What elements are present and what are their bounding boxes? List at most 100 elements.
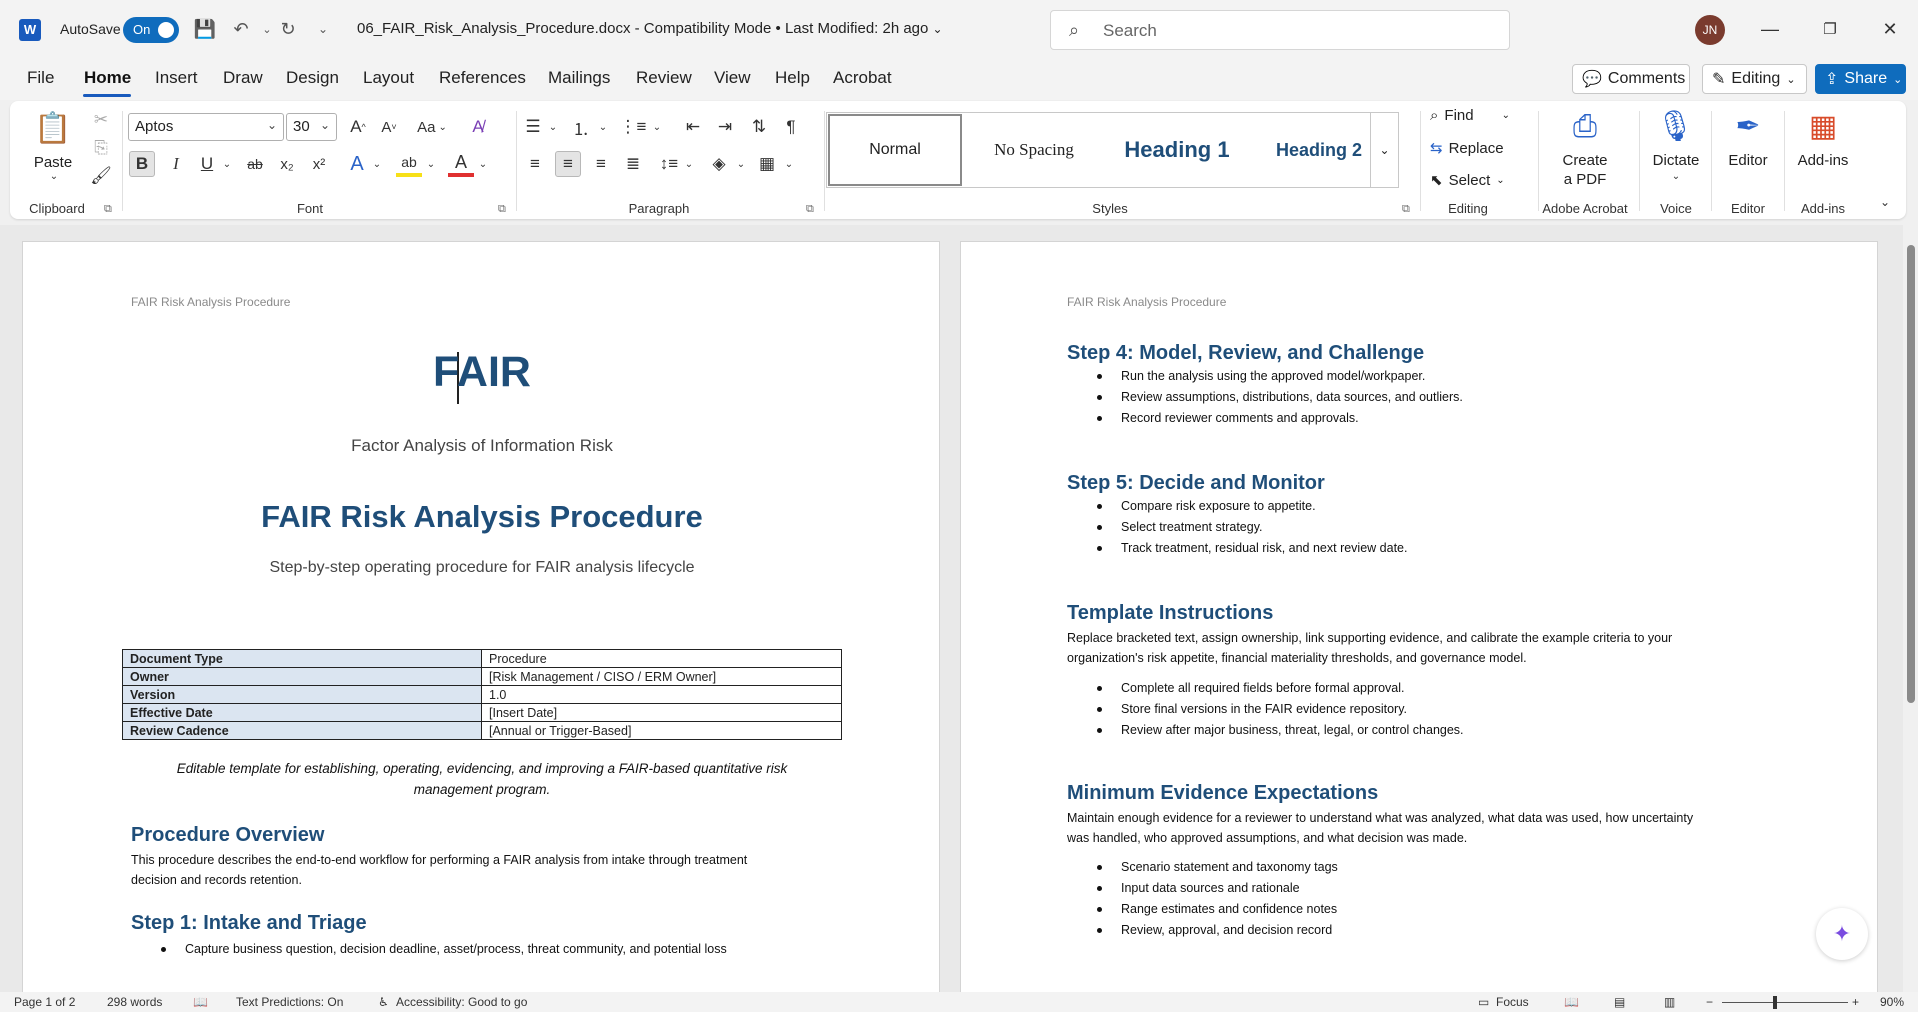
web-layout-icon[interactable]: ▥ [1664,995,1675,1009]
minimize-icon[interactable]: — [1755,14,1785,44]
italic-button[interactable]: I [163,151,189,177]
collapse-ribbon-icon[interactable]: ⌄ [1876,193,1894,211]
print-layout-icon[interactable]: ▤ [1614,995,1625,1009]
tab-mailings[interactable]: Mailings [548,68,610,88]
cut-icon[interactable]: ✂ [90,109,112,131]
highlight-dropdown-icon[interactable]: ⌄ [424,151,438,177]
add-ins-icon[interactable]: ▦ [1802,105,1844,147]
bold-button[interactable]: B [129,151,155,177]
autosave-toggle[interactable]: On [123,17,179,43]
styles-more-icon[interactable]: ⌄ [1370,112,1399,188]
copy-icon[interactable]: ⎘ [90,137,112,159]
align-left-icon[interactable]: ≡ [522,151,548,177]
underline-dropdown-icon[interactable]: ⌄ [220,151,234,177]
borders-dropdown-icon[interactable]: ⌄ [782,151,796,177]
tab-design[interactable]: Design [286,68,339,88]
scrollbar-thumb[interactable] [1907,245,1915,703]
tab-view[interactable]: View [714,68,751,88]
tab-layout[interactable]: Layout [363,68,414,88]
styles-launcher-icon[interactable]: ⧉ [1402,203,1410,216]
editor-button[interactable]: Editor [1716,151,1780,170]
zoom-slider[interactable] [1722,1002,1848,1003]
clipboard-launcher-icon[interactable]: ⧉ [104,203,112,216]
style-no-spacing[interactable]: No Spacing [966,114,1102,186]
undo-icon[interactable]: ↶ [228,16,254,42]
read-mode-icon[interactable]: 📖 [1564,995,1579,1009]
paste-icon[interactable]: 📋 [32,107,74,149]
multilevel-dropdown-icon[interactable]: ⌄ [650,113,664,141]
tab-help[interactable]: Help [775,68,810,88]
change-case-button[interactable]: Aa ⌄ [412,113,452,141]
close-icon[interactable]: ✕ [1875,14,1905,44]
tab-acrobat[interactable]: Acrobat [833,68,892,88]
avatar[interactable]: JN [1695,15,1725,45]
line-spacing-icon[interactable]: ↕≡ [656,151,682,177]
tab-references[interactable]: References [439,68,526,88]
text-effects-dropdown-icon[interactable]: ⌄ [370,151,384,177]
paste-button[interactable]: Paste [32,153,74,172]
decrease-indent-icon[interactable]: ⇤ [680,113,706,141]
line-spacing-dropdown-icon[interactable]: ⌄ [682,151,696,177]
add-ins-button[interactable]: Add-ins [1790,151,1856,170]
paste-dropdown-icon[interactable]: ⌄ [48,171,60,182]
search-box[interactable]: ⌕ Search [1050,10,1510,50]
shading-icon[interactable]: ◈ [706,151,732,177]
page-2[interactable]: FAIR Risk Analysis Procedure Step 4: Mod… [960,241,1878,992]
grow-font-icon[interactable]: A ^ [345,113,371,141]
zoom-slider-thumb[interactable] [1773,996,1777,1009]
dictate-dropdown-icon[interactable]: ⌄ [1670,171,1682,182]
numbering-icon[interactable]: ⒈ [568,113,594,141]
redo-icon[interactable]: ↻ [275,16,301,42]
font-color-button[interactable]: A [448,151,474,177]
page-1[interactable]: FAIR Risk Analysis Procedure FAIR Factor… [22,241,940,992]
share-button[interactable]: ⇪ Share ⌄ [1815,64,1906,94]
subscript-button[interactable]: x₂ [274,151,300,177]
zoom-in-icon[interactable]: + [1852,995,1859,1009]
copilot-icon[interactable]: ✦ [1816,908,1868,960]
increase-indent-icon[interactable]: ⇥ [712,113,738,141]
proofing-icon[interactable]: 📖 [193,995,208,1009]
create-pdf-button[interactable]: Create a PDF [1544,151,1626,189]
zoom-level[interactable]: 90% [1880,995,1904,1009]
restore-icon[interactable]: ❐ [1815,14,1845,44]
font-color-dropdown-icon[interactable]: ⌄ [476,151,490,177]
focus-button[interactable]: Focus [1496,995,1529,1009]
font-name-combo[interactable]: Aptos ⌄ [128,113,284,141]
paragraph-launcher-icon[interactable]: ⧉ [806,203,814,216]
tab-home[interactable]: Home [84,68,131,88]
shading-dropdown-icon[interactable]: ⌄ [734,151,748,177]
document-title[interactable]: 06_FAIR_Risk_Analysis_Procedure.docx - C… [357,20,943,37]
replace-button[interactable]: ⇆ Replace [1430,139,1504,158]
multilevel-list-icon[interactable]: ⋮≡ [620,113,647,141]
zoom-out-icon[interactable]: − [1706,995,1713,1009]
numbering-dropdown-icon[interactable]: ⌄ [596,113,610,141]
clear-formatting-icon[interactable]: A̸ [465,113,491,141]
shrink-font-icon[interactable]: A ˅ [376,113,402,141]
format-painter-icon[interactable]: 🖌 [90,165,112,187]
bullets-icon[interactable]: ☰ [520,113,546,141]
select-button[interactable]: ⬉ Select ⌄ [1430,171,1505,190]
strikethrough-button[interactable]: ab [242,151,268,177]
text-effects-button[interactable]: A [344,151,370,177]
tab-review[interactable]: Review [636,68,692,88]
find-button[interactable]: ⌕ Find ⌄ [1430,107,1510,124]
bullets-dropdown-icon[interactable]: ⌄ [546,113,560,141]
superscript-button[interactable]: x² [306,151,332,177]
font-size-combo[interactable]: 30 ⌄ [286,113,337,141]
customize-toolbar-icon[interactable]: ⌄ [310,16,336,42]
underline-button[interactable]: U [194,151,220,177]
tab-insert[interactable]: Insert [155,68,198,88]
save-icon[interactable]: 💾 [192,16,218,42]
text-predictions[interactable]: Text Predictions: On [236,995,343,1009]
highlight-button[interactable]: ab [396,151,422,177]
style-heading-1[interactable]: Heading 1 [1107,114,1247,186]
word-count[interactable]: 298 words [107,995,162,1009]
dictate-button[interactable]: Dictate [1646,151,1706,170]
borders-icon[interactable]: ▦ [754,151,780,177]
sort-icon[interactable]: ⇅ [746,113,772,141]
show-formatting-marks-icon[interactable]: ¶ [778,113,804,141]
justify-icon[interactable]: ≣ [620,151,646,177]
create-pdf-icon[interactable]: ⎙ [1564,107,1606,147]
tab-draw[interactable]: Draw [223,68,263,88]
page-count[interactable]: Page 1 of 2 [14,995,75,1009]
